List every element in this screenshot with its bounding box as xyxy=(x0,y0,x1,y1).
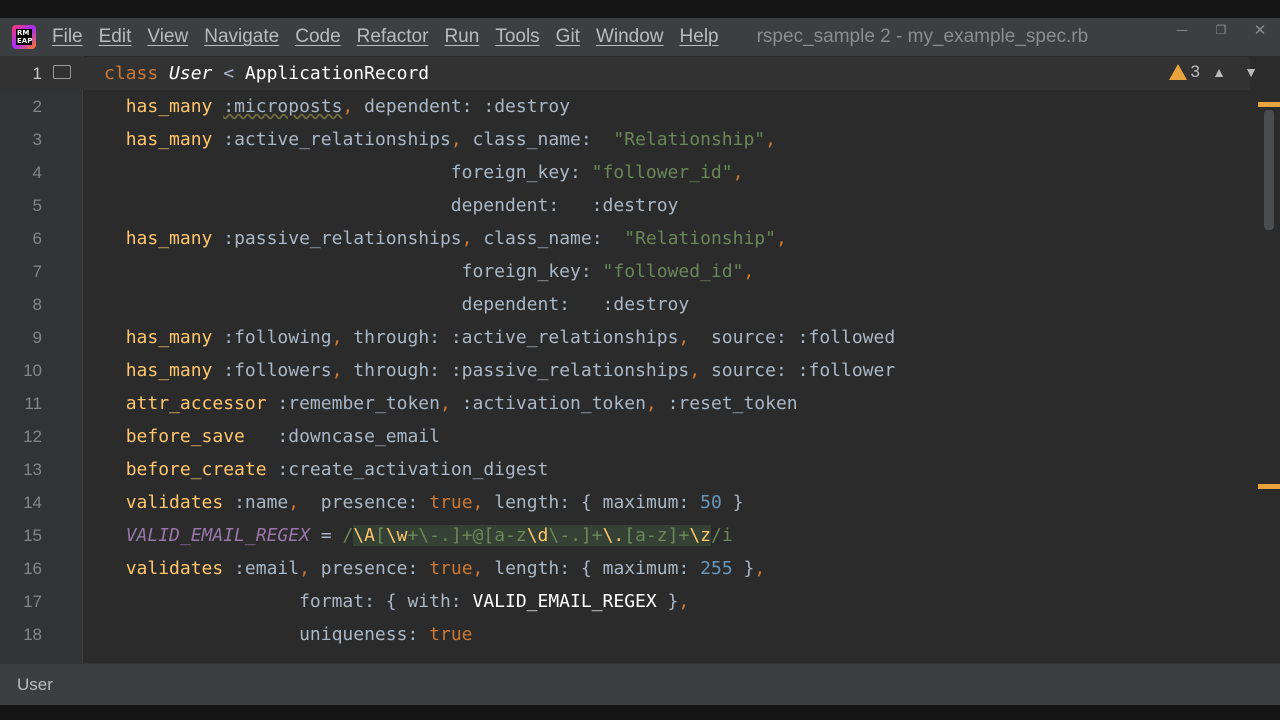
chevron-down-icon[interactable]: ▼ xyxy=(1238,64,1264,80)
menu-tools[interactable]: Tools xyxy=(487,26,547,48)
code-line[interactable]: 1 class User < ApplicationRecord xyxy=(0,57,1250,90)
line-number: 1 xyxy=(32,64,42,83)
code-line[interactable]: 14 validates :name, presence: true, leng… xyxy=(0,486,1250,519)
vertical-scrollbar[interactable] xyxy=(1258,102,1280,662)
code-line[interactable]: 3 has_many :active_relationships, class_… xyxy=(0,123,1250,156)
code-line[interactable]: 8 dependent: :destroy xyxy=(0,288,1250,321)
code-line[interactable]: 10 has_many :followers, through: :passiv… xyxy=(0,354,1250,387)
menu-help[interactable]: Help xyxy=(672,26,727,48)
line-number: 18 xyxy=(23,625,42,644)
code-text: validates :email, presence: true, length… xyxy=(125,558,766,579)
line-number: 7 xyxy=(32,262,42,281)
line-number: 4 xyxy=(32,163,42,182)
line-number: 6 xyxy=(32,229,42,248)
code-text: has_many :microposts, dependent: :destro… xyxy=(125,96,571,117)
line-number: 12 xyxy=(23,427,42,446)
code-text: has_many :followers, through: :passive_r… xyxy=(125,360,896,381)
line-number: 10 xyxy=(23,361,42,380)
chevron-up-icon[interactable]: ▲ xyxy=(1206,64,1232,80)
line-number: 8 xyxy=(32,295,42,314)
top-strip xyxy=(0,0,1280,18)
code-text: attr_accessor :remember_token, :activati… xyxy=(125,393,798,414)
code-text: has_many :active_relationships, class_na… xyxy=(125,129,776,150)
main-menu: File Edit View Navigate Code Refactor Ru… xyxy=(44,26,727,48)
code-text: dependent: :destroy xyxy=(450,195,679,216)
menu-navigate[interactable]: Navigate xyxy=(196,26,287,48)
line-number: 13 xyxy=(23,460,42,479)
code-text: foreign_key: "follower_id", xyxy=(450,162,744,183)
line-number: 11 xyxy=(24,394,42,413)
code-line[interactable]: 17 format: { with: VALID_EMAIL_REGEX }, xyxy=(0,585,1250,618)
code-text: has_many :passive_relationships, class_n… xyxy=(125,228,787,249)
line-number: 5 xyxy=(32,196,42,215)
maximize-icon[interactable]: ❐ xyxy=(1207,18,1235,56)
scroll-thumb[interactable] xyxy=(1264,110,1274,230)
menu-window[interactable]: Window xyxy=(588,26,672,48)
code-line[interactable]: 9 has_many :following, through: :active_… xyxy=(0,321,1250,354)
close-icon[interactable]: ✕ xyxy=(1246,18,1274,56)
line-number: 3 xyxy=(32,130,42,149)
code-line[interactable]: 16 validates :email, presence: true, len… xyxy=(0,552,1250,585)
code-line[interactable]: 18 uniqueness: true xyxy=(0,618,1250,651)
code-line[interactable]: 11 attr_accessor :remember_token, :activ… xyxy=(0,387,1250,420)
line-number: 9 xyxy=(32,328,42,347)
menu-view[interactable]: View xyxy=(139,26,196,48)
code-text: uniqueness: true xyxy=(299,624,473,645)
code-line[interactable]: 15 VALID_EMAIL_REGEX = /\A[\w+\-.]+@[a-z… xyxy=(0,519,1250,552)
warning-icon xyxy=(1168,64,1187,80)
line-number: 15 xyxy=(23,526,42,545)
code-text: VALID_EMAIL_REGEX = /\A[\w+\-.]+@[a-z\d\… xyxy=(125,525,733,546)
code-text: before_create :create_activation_digest xyxy=(125,459,549,480)
inspections-widget[interactable]: 3 ▲ ▼ xyxy=(1168,62,1264,82)
menu-git[interactable]: Git xyxy=(548,26,588,48)
warning-count: 3 xyxy=(1190,62,1200,81)
code-text: has_many :following, through: :active_re… xyxy=(125,327,896,348)
code-text: dependent: :destroy xyxy=(461,294,690,315)
line-number: 17 xyxy=(23,592,42,611)
code-line[interactable]: 13 before_create :create_activation_dige… xyxy=(0,453,1250,486)
code-line[interactable]: 6 has_many :passive_relationships, class… xyxy=(0,222,1250,255)
code-line[interactable]: 2 has_many :microposts, dependent: :dest… xyxy=(0,90,1250,123)
code-text: validates :name, presence: true, length:… xyxy=(125,492,744,513)
logo-icon[interactable]: RM EAP xyxy=(12,25,36,49)
menu-file[interactable]: File xyxy=(44,26,91,48)
menu-refactor[interactable]: Refactor xyxy=(349,26,437,48)
code-line[interactable]: 7 foreign_key: "followed_id", xyxy=(0,255,1250,288)
window-title: rspec_sample 2 - my_example_spec.rb xyxy=(756,26,1089,47)
warning-marker[interactable] xyxy=(1258,102,1280,107)
line-number: 2 xyxy=(32,97,42,116)
code-text: format: { with: VALID_EMAIL_REGEX }, xyxy=(299,591,690,612)
line-number: 14 xyxy=(23,493,42,512)
reader-mode-icon[interactable] xyxy=(53,65,71,79)
line-number: 16 xyxy=(23,559,42,578)
code-line[interactable]: 5 dependent: :destroy xyxy=(0,189,1250,222)
minimize-icon[interactable]: — xyxy=(1168,18,1196,56)
menu-run[interactable]: Run xyxy=(436,26,487,48)
code-line[interactable]: 12 before_save :downcase_email xyxy=(0,420,1250,453)
menu-edit[interactable]: Edit xyxy=(91,26,140,48)
code-editor[interactable]: 1 class User < ApplicationRecord 2 has_m… xyxy=(0,56,1280,663)
code-line[interactable]: 4 foreign_key: "follower_id", xyxy=(0,156,1250,189)
title-bar: RM EAP File Edit View Navigate Code Refa… xyxy=(0,18,1280,56)
warning-marker[interactable] xyxy=(1258,484,1280,489)
menu-code[interactable]: Code xyxy=(287,26,348,48)
code-text: class User < ApplicationRecord xyxy=(104,63,430,84)
breadcrumb[interactable]: User xyxy=(17,675,53,694)
bottom-strip xyxy=(0,705,1280,720)
code-text: foreign_key: "followed_id", xyxy=(461,261,755,282)
status-bar: User xyxy=(0,663,1280,706)
code-text: before_save :downcase_email xyxy=(125,426,440,447)
